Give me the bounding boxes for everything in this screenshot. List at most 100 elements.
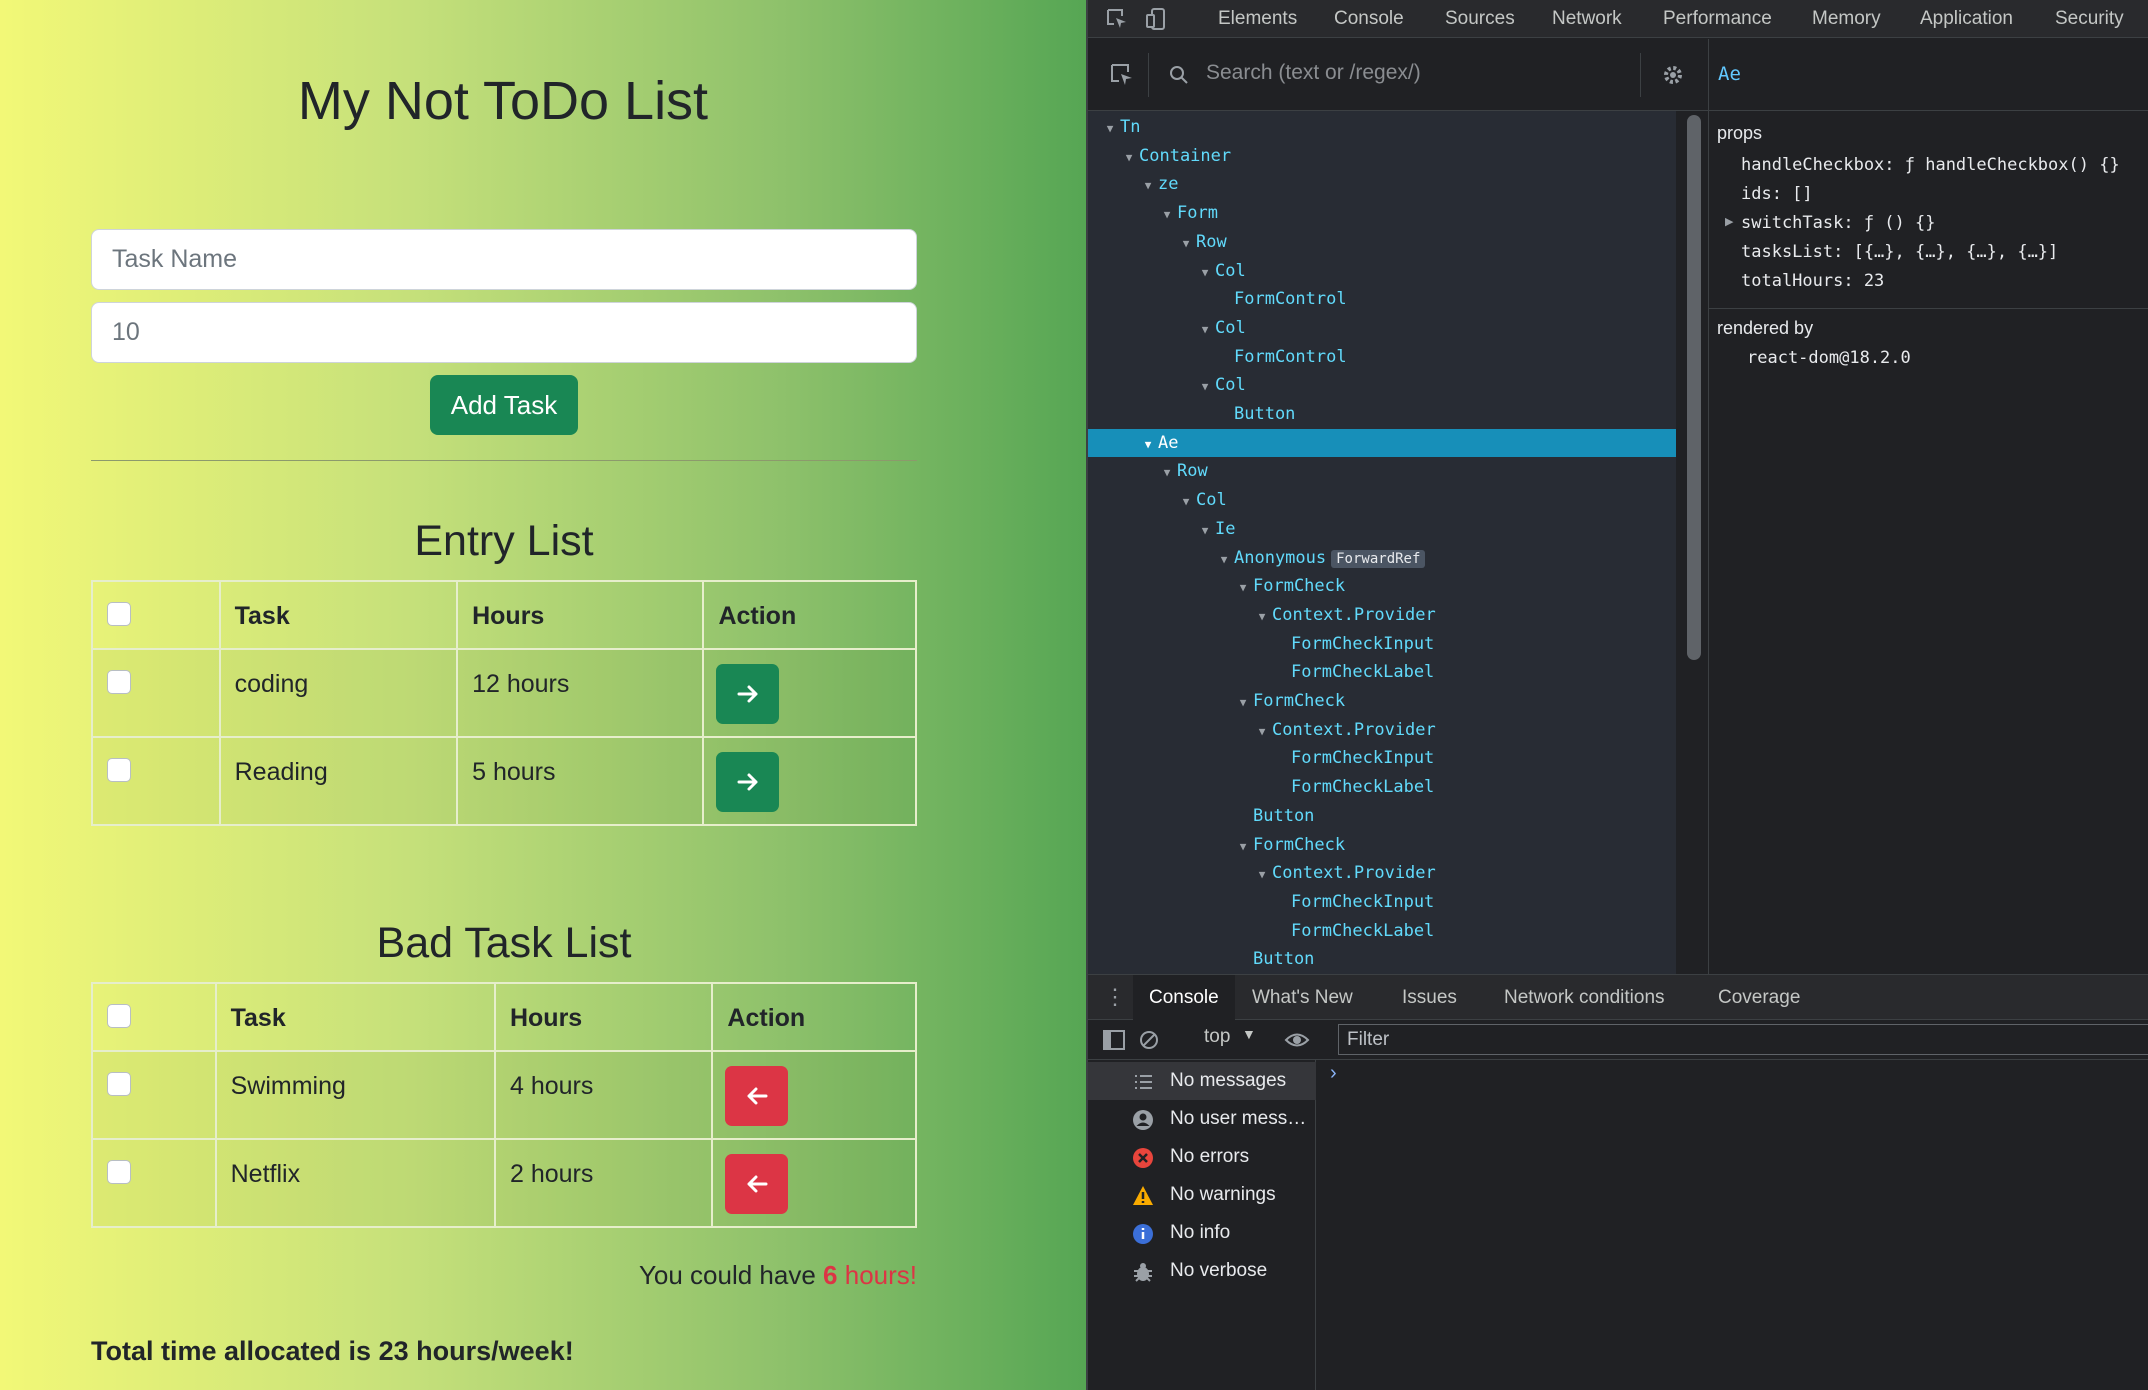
caret-down-icon[interactable]: ▼ bbox=[1157, 201, 1177, 229]
drawer-tab-network-conditions[interactable]: Network conditions bbox=[1504, 975, 1665, 1020]
move-to-bad-button[interactable] bbox=[716, 752, 780, 812]
tree-node[interactable]: ▼ Col bbox=[1088, 486, 1676, 514]
hours-input[interactable]: 10 bbox=[91, 302, 917, 363]
caret-down-icon[interactable]: ▼ bbox=[1100, 115, 1120, 143]
move-to-bad-button[interactable] bbox=[716, 664, 780, 724]
prop-line[interactable]: switchTask: ƒ () {} bbox=[1741, 213, 1935, 233]
caret-down-icon[interactable]: ▼ bbox=[1252, 718, 1272, 746]
caret-down-icon[interactable]: ▼ bbox=[1214, 546, 1234, 574]
tree-node[interactable]: FormCheckLabel bbox=[1088, 658, 1676, 686]
tree-node[interactable]: ▼ Col bbox=[1088, 314, 1676, 342]
tree-node[interactable]: ▼ Form bbox=[1088, 199, 1676, 227]
tree-node[interactable]: Button bbox=[1088, 945, 1676, 973]
tab-elements[interactable]: Elements bbox=[1218, 0, 1297, 38]
caret-down-icon[interactable]: ▼ bbox=[1233, 574, 1253, 602]
prop-line[interactable]: totalHours: 23 bbox=[1741, 271, 1884, 291]
tree-node[interactable]: ▼ Row bbox=[1088, 457, 1676, 485]
select-all-checkbox[interactable] bbox=[107, 602, 131, 626]
caret-down-icon[interactable]: ▼ bbox=[1138, 172, 1158, 200]
add-task-button[interactable]: Add Task bbox=[430, 375, 578, 435]
caret-down-icon[interactable]: ▼ bbox=[1195, 517, 1215, 545]
tree-node[interactable]: Button bbox=[1088, 400, 1676, 428]
tree-node[interactable]: ▼ Row bbox=[1088, 228, 1676, 256]
sidebar-item-messages[interactable]: No messages bbox=[1088, 1062, 1316, 1100]
chevron-down-icon[interactable]: ▼ bbox=[1242, 1026, 1256, 1042]
sidebar-item-verbose[interactable]: No verbose bbox=[1088, 1252, 1316, 1290]
tree-node[interactable]: ▼ Context.Provider bbox=[1088, 859, 1676, 887]
prop-line[interactable]: ids: [] bbox=[1741, 184, 1813, 204]
move-to-entry-button[interactable] bbox=[725, 1154, 789, 1214]
tab-security[interactable]: Security bbox=[2055, 0, 2124, 38]
tree-node[interactable]: ▼ Ie bbox=[1088, 515, 1676, 543]
select-all-checkbox[interactable] bbox=[107, 1004, 131, 1028]
tree-node[interactable]: ▼ FormCheck bbox=[1088, 831, 1676, 859]
tree-node[interactable]: FormControl bbox=[1088, 343, 1676, 371]
select-component-icon[interactable] bbox=[1108, 61, 1136, 89]
tree-scrollbar[interactable] bbox=[1680, 111, 1708, 974]
sidebar-item-info[interactable]: No info bbox=[1088, 1214, 1316, 1252]
row-checkbox[interactable] bbox=[107, 1160, 131, 1184]
caret-down-icon[interactable]: ▼ bbox=[1176, 488, 1196, 516]
caret-down-icon[interactable]: ▼ bbox=[1233, 833, 1253, 861]
caret-down-icon[interactable]: ▼ bbox=[1157, 459, 1177, 487]
tab-performance[interactable]: Performance bbox=[1663, 0, 1772, 38]
tree-node[interactable]: FormCheckInput bbox=[1088, 888, 1676, 916]
clear-console-icon[interactable] bbox=[1138, 1029, 1160, 1051]
caret-down-icon[interactable]: ▼ bbox=[1252, 861, 1272, 889]
tab-console[interactable]: Console bbox=[1334, 0, 1404, 38]
prop-line[interactable]: handleCheckbox: ƒ handleCheckbox() {} bbox=[1741, 155, 2120, 175]
drawer-tab-whats-new[interactable]: What's New bbox=[1252, 975, 1353, 1020]
prop-line[interactable]: tasksList: [{…}, {…}, {…}, {…}] bbox=[1741, 242, 2058, 262]
tree-node[interactable]: FormCheckLabel bbox=[1088, 773, 1676, 801]
tree-node[interactable]: ▼ FormCheck bbox=[1088, 572, 1676, 600]
tree-node[interactable]: ▼ Container bbox=[1088, 142, 1676, 170]
tree-node[interactable]: ▼ Col bbox=[1088, 371, 1676, 399]
caret-down-icon[interactable]: ▼ bbox=[1195, 316, 1215, 344]
tree-node[interactable]: FormCheckInput bbox=[1088, 744, 1676, 772]
caret-down-icon[interactable]: ▼ bbox=[1119, 144, 1139, 172]
row-checkbox[interactable] bbox=[107, 758, 131, 782]
sidebar-toggle-icon[interactable] bbox=[1102, 1029, 1126, 1051]
tree-node[interactable]: Button bbox=[1088, 802, 1676, 830]
tree-node[interactable]: ▼ Tn bbox=[1088, 113, 1676, 141]
tree-node[interactable]: FormControl bbox=[1088, 285, 1676, 313]
gear-icon[interactable] bbox=[1660, 62, 1686, 88]
drawer-tab-coverage[interactable]: Coverage bbox=[1718, 975, 1800, 1020]
drawer-tab-issues[interactable]: Issues bbox=[1402, 975, 1457, 1020]
console-prompt[interactable]: › bbox=[1330, 1062, 1337, 1085]
sidebar-item-warnings[interactable]: No warnings bbox=[1088, 1176, 1316, 1214]
more-menu-icon[interactable]: ⋮ bbox=[1104, 983, 1126, 1011]
tab-application[interactable]: Application bbox=[1920, 0, 2013, 38]
caret-down-icon[interactable]: ▼ bbox=[1233, 689, 1253, 717]
tree-node[interactable]: ▼ Anonymous ForwardRef bbox=[1088, 544, 1676, 572]
move-to-entry-button[interactable] bbox=[725, 1066, 789, 1126]
drawer-tab-console[interactable]: Console bbox=[1133, 975, 1235, 1020]
tree-node[interactable]: FormCheckLabel bbox=[1088, 917, 1676, 945]
tree-node[interactable]: ▼ Context.Provider bbox=[1088, 716, 1676, 744]
tree-node[interactable]: ▼ Ae bbox=[1088, 428, 1676, 459]
tab-sources[interactable]: Sources bbox=[1445, 0, 1515, 38]
sidebar-item-user-messages[interactable]: No user mess… bbox=[1088, 1100, 1316, 1138]
console-filter-input[interactable]: Filter bbox=[1338, 1024, 2148, 1055]
device-toolbar-icon[interactable] bbox=[1144, 6, 1170, 32]
tree-node[interactable]: ▼ Col bbox=[1088, 257, 1676, 285]
tree-node[interactable]: ▼ ze bbox=[1088, 170, 1676, 198]
caret-down-icon[interactable]: ▼ bbox=[1195, 259, 1215, 287]
caret-down-icon[interactable]: ▼ bbox=[1195, 373, 1215, 401]
expand-caret-icon[interactable]: ▶ bbox=[1725, 215, 1733, 228]
tree-node[interactable]: FormCheckInput bbox=[1088, 630, 1676, 658]
eye-icon[interactable] bbox=[1284, 1029, 1310, 1051]
row-checkbox[interactable] bbox=[107, 1072, 131, 1096]
row-checkbox[interactable] bbox=[107, 670, 131, 694]
component-search-input[interactable]: Search (text or /regex/) bbox=[1206, 61, 1421, 85]
task-name-input[interactable]: Task Name bbox=[91, 229, 917, 290]
caret-down-icon[interactable]: ▼ bbox=[1176, 230, 1196, 258]
tab-network[interactable]: Network bbox=[1552, 0, 1622, 38]
sidebar-item-errors[interactable]: No errors bbox=[1088, 1138, 1316, 1176]
scrollbar-thumb[interactable] bbox=[1687, 115, 1701, 660]
context-selector[interactable]: top bbox=[1204, 1026, 1230, 1048]
caret-down-icon[interactable]: ▼ bbox=[1252, 603, 1272, 631]
tree-node[interactable]: ▼ Context.Provider bbox=[1088, 601, 1676, 629]
tab-memory[interactable]: Memory bbox=[1812, 0, 1881, 38]
caret-down-icon[interactable]: ▼ bbox=[1138, 431, 1158, 459]
